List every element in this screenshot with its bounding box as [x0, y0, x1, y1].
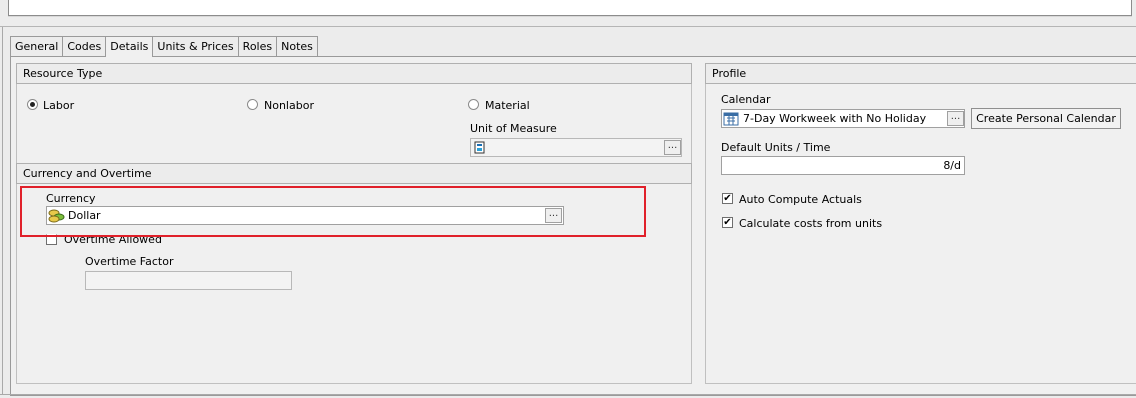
tab-codes[interactable]: Codes [62, 36, 107, 57]
default-units-field[interactable]: 8/d [721, 156, 965, 175]
calculate-costs-checkbox[interactable]: ✔ [722, 217, 733, 228]
currency-overtime-title: Currency and Overtime [23, 167, 152, 180]
overtime-factor-field[interactable] [85, 271, 292, 290]
profile-group [705, 84, 1136, 384]
radio-material-label: Material [485, 99, 530, 112]
unit-of-measure-icon [474, 141, 485, 154]
calendar-field[interactable]: 7-Day Workweek with No Holiday [721, 109, 965, 128]
radio-nonlabor[interactable] [247, 99, 258, 110]
unit-of-measure-field[interactable] [470, 138, 682, 157]
tab-details[interactable]: Details [105, 36, 154, 57]
unit-of-measure-label: Unit of Measure [470, 122, 557, 135]
create-personal-calendar-button[interactable]: Create Personal Calendar [971, 108, 1121, 129]
profile-title: Profile [712, 67, 747, 80]
tab-units-prices[interactable]: Units & Prices [152, 36, 239, 57]
currency-highlight-box [20, 186, 646, 237]
unit-of-measure-browse-button[interactable]: ... [664, 140, 681, 155]
radio-labor-label: Labor [43, 99, 75, 112]
bottom-divider [0, 394, 1136, 395]
calendar-icon [723, 112, 739, 126]
radio-material[interactable] [468, 99, 479, 110]
left-edge [2, 27, 3, 395]
resource-type-header: Resource Type [16, 63, 692, 84]
tab-general[interactable]: General [10, 36, 64, 57]
tab-bar: General Codes Details Units & Prices Rol… [10, 36, 318, 57]
tab-notes[interactable]: Notes [276, 36, 318, 57]
radio-labor[interactable] [27, 99, 38, 110]
calendar-label: Calendar [721, 93, 771, 106]
radio-nonlabor-label: Nonlabor [264, 99, 314, 112]
top-input-area [8, 0, 1132, 16]
overtime-factor-label: Overtime Factor [85, 255, 174, 268]
profile-header: Profile [705, 63, 1136, 84]
divider [0, 26, 1136, 27]
tab-roles[interactable]: Roles [237, 36, 278, 57]
auto-compute-actuals-checkbox[interactable]: ✔ [722, 193, 733, 204]
auto-compute-actuals-label: Auto Compute Actuals [739, 193, 862, 206]
calendar-value: 7-Day Workweek with No Holiday [743, 112, 927, 125]
resource-type-title: Resource Type [23, 67, 103, 80]
default-units-label: Default Units / Time [721, 141, 831, 154]
calendar-browse-button[interactable]: ... [947, 111, 964, 126]
calculate-costs-label: Calculate costs from units [739, 217, 883, 230]
currency-overtime-header: Currency and Overtime [16, 163, 692, 184]
radio-selected-dot [30, 102, 35, 107]
default-units-value: 8/d [943, 159, 961, 172]
